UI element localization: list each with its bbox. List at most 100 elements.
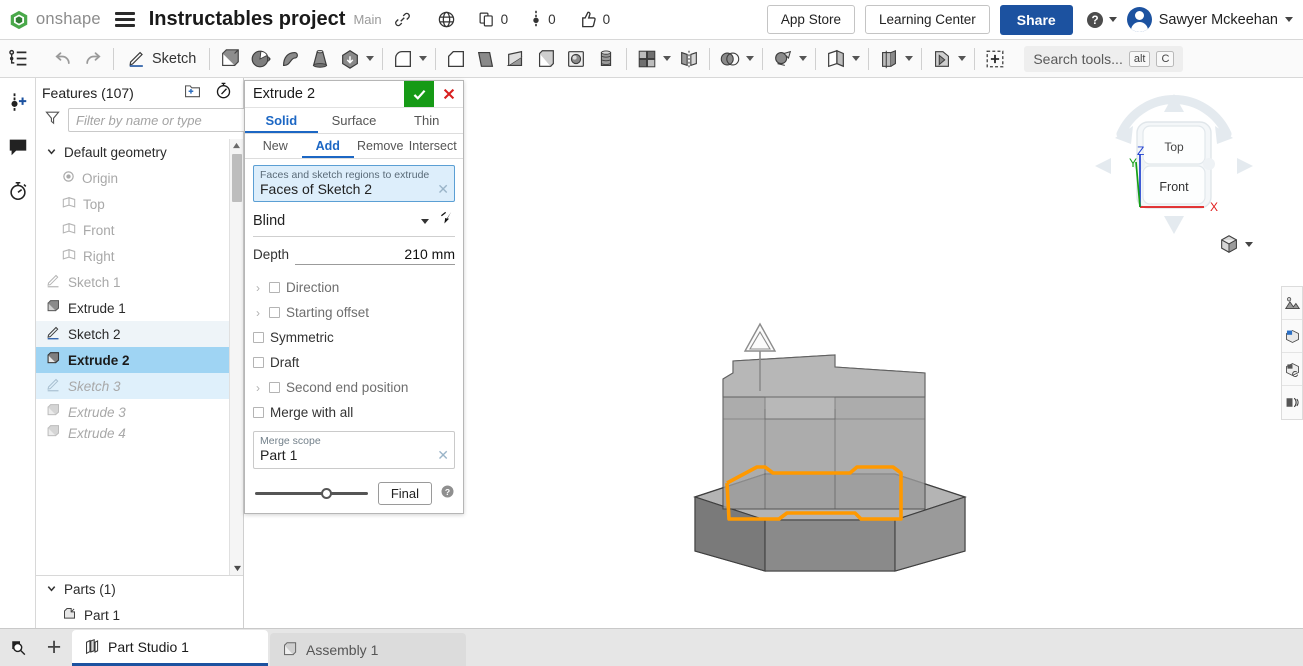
option-draft[interactable]: Draft [253,350,455,375]
sidebar-item-origin[interactable]: Origin [36,165,243,191]
draft-checkbox[interactable] [253,357,264,368]
revolve-button[interactable] [245,40,275,78]
chevron-right-icon[interactable]: › [253,281,263,295]
sidebar-item-extrude-1[interactable]: Extrude 1 [36,295,243,321]
fillet-dropdown-caret[interactable] [419,56,427,61]
scroll-down-arrow[interactable] [230,562,243,575]
add-version-icon[interactable] [5,90,31,116]
clear-x-icon[interactable]: ✕ [437,448,449,462]
scroll-up-arrow[interactable] [230,139,243,152]
globe-icon[interactable] [437,10,456,29]
plane-dropdown-caret[interactable] [852,56,860,61]
share-button[interactable]: Share [1000,5,1073,35]
thread-button[interactable] [591,40,621,78]
view-orientation-menu[interactable] [1218,233,1253,255]
app-store-button[interactable]: App Store [767,5,855,34]
learning-center-button[interactable]: Learning Center [865,5,990,34]
chevron-down-icon[interactable] [1245,242,1253,247]
tab-search-icon[interactable] [0,628,36,666]
view-cube[interactable]: Top Front X Y Z [1089,82,1259,247]
sketch-button[interactable]: Sketch [119,49,204,68]
transform-dropdown-caret[interactable] [799,56,807,61]
shell-button[interactable] [531,40,561,78]
rollback-slider[interactable] [253,487,370,501]
filter-input[interactable] [68,108,262,132]
tab-solid[interactable]: Solid [245,108,318,133]
fillet-button[interactable] [388,40,418,78]
subtab-intersect[interactable]: Intersect [407,134,460,158]
sidebar-item-sketch-3[interactable]: Sketch 3 [36,373,243,399]
rollback-timer-icon[interactable] [214,81,233,105]
depth-input[interactable]: 210 mm [295,246,455,265]
chevron-right-icon[interactable]: › [253,306,263,320]
copies-counter[interactable]: 0 [478,11,509,28]
second-end-position-checkbox[interactable] [269,382,280,393]
thicken-button[interactable] [335,40,365,78]
merge-scope-field[interactable]: Merge scope Part 1 ✕ [253,431,455,469]
sidebar-item-extrude-2[interactable]: Extrude 2 [36,347,243,373]
tab-assembly-1[interactable]: Assembly 1 [270,633,466,666]
scrollbar-thumb[interactable] [232,154,242,202]
subtab-new[interactable]: New [249,134,302,158]
option-second-end-position[interactable]: › Second end position [253,375,455,400]
dialog-accept-button[interactable] [404,81,434,107]
direction-checkbox[interactable] [269,282,280,293]
display-state-tool-button[interactable] [1282,320,1302,353]
final-button[interactable]: Final [378,482,432,505]
boolean-button[interactable] [715,40,745,78]
sidebar-item-right-plane[interactable]: Right [36,243,243,269]
thicken-dropdown-caret[interactable] [366,56,374,61]
branch-label[interactable]: Main [353,12,381,27]
hamburger-icon[interactable] [115,12,135,27]
sidebar-item-front-plane[interactable]: Front [36,217,243,243]
undo-button[interactable] [48,40,78,78]
appearance-tool-button[interactable] [1282,287,1302,320]
subtab-add[interactable]: Add [302,134,355,158]
tree-group-default-geometry[interactable]: Default geometry [36,139,243,165]
feature-tree-scrollbar[interactable] [229,139,243,575]
rib-button[interactable] [501,40,531,78]
help-circle-icon[interactable]: ? [440,484,455,504]
chamfer-button[interactable] [441,40,471,78]
feature-list-toggle[interactable] [0,40,36,78]
derive-dropdown-caret[interactable] [958,56,966,61]
new-folder-icon[interactable] [183,82,202,104]
pattern-button[interactable] [632,40,662,78]
option-starting-offset[interactable]: › Starting offset [253,300,455,325]
part-item-part-1[interactable]: Part 1 [36,602,243,628]
boolean-dropdown-caret[interactable] [746,56,754,61]
chevron-down-icon[interactable] [421,219,429,224]
tab-surface[interactable]: Surface [318,108,391,133]
redo-button[interactable] [78,40,108,78]
link-icon[interactable] [394,11,411,28]
pattern-dropdown-caret[interactable] [663,56,671,61]
sidebar-item-sketch-1[interactable]: Sketch 1 [36,269,243,295]
sidebar-item-sketch-2[interactable]: Sketch 2 [36,321,243,347]
chevron-right-icon[interactable]: › [253,381,263,395]
transform-button[interactable] [768,40,798,78]
subtab-remove[interactable]: Remove [354,134,407,158]
mirror-button[interactable] [674,40,704,78]
measure-tool-button[interactable] [1282,386,1302,419]
sidebar-item-extrude-4[interactable]: Extrude 4 [36,425,243,441]
likes-counter[interactable]: 0 [578,10,611,29]
sweep-button[interactable] [275,40,305,78]
hole-button[interactable] [561,40,591,78]
split-button[interactable] [874,40,904,78]
end-condition-dropdown[interactable]: Blind [253,209,455,237]
derive-button[interactable] [927,40,957,78]
sidebar-item-extrude-3[interactable]: Extrude 3 [36,399,243,425]
slider-knob[interactable] [321,488,332,499]
clear-x-icon[interactable]: ✕ [437,182,449,196]
search-tools-input[interactable]: Search tools... alt C [1024,46,1183,72]
faces-selection-field[interactable]: Faces and sketch regions to extrude Face… [253,165,455,202]
draft-button[interactable] [471,40,501,78]
versions-counter[interactable]: 0 [530,10,556,29]
tab-thin[interactable]: Thin [390,108,463,133]
onshape-logo[interactable]: onshape [8,9,101,31]
add-tab-button[interactable]: + [36,628,72,666]
extrude-button[interactable] [215,40,245,78]
plane-button[interactable] [821,40,851,78]
sidebar-item-top-plane[interactable]: Top [36,191,243,217]
graphics-area[interactable]: Top Front X Y Z [465,79,1281,628]
